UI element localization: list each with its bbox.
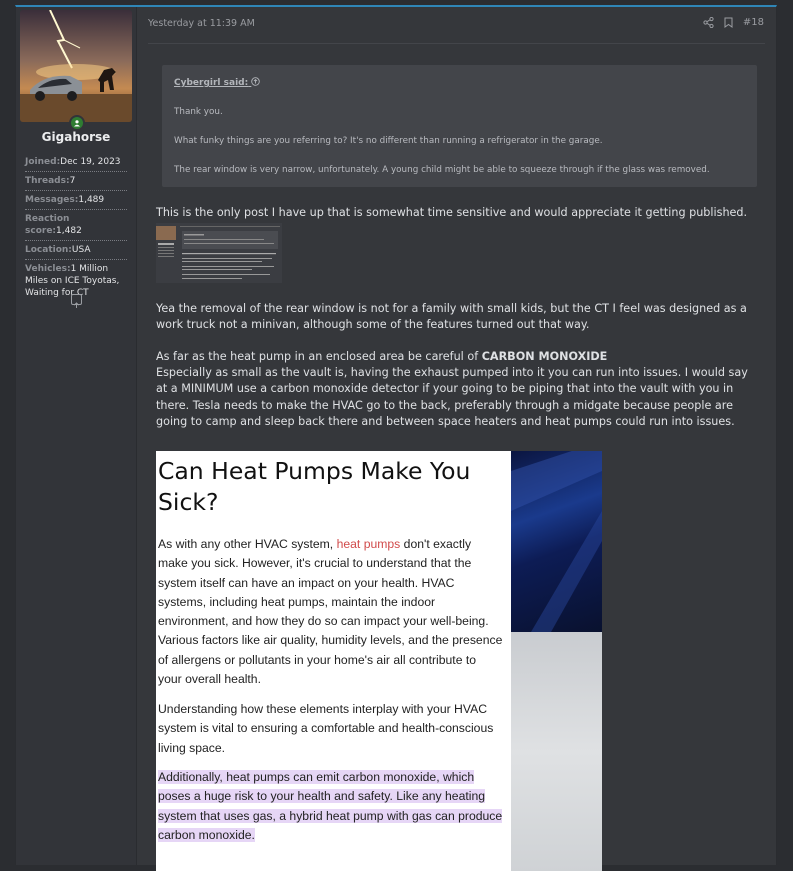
quote-line: Thank you. <box>174 107 223 117</box>
article-heading: Can Heat Pumps Make You Sick? <box>158 457 471 516</box>
stat-threads[interactable]: Threads:7 <box>25 172 127 191</box>
avatar[interactable] <box>20 10 132 122</box>
highlighted-text: Additionally, heat pumps can emit carbon… <box>158 770 503 842</box>
divider <box>148 43 765 44</box>
stat-joined: Joined:Dec 19, 2023 <box>25 153 127 172</box>
post-main: Yesterday at 11:39 AM #18 Cybergirl said… <box>137 7 776 871</box>
paragraph-text: As far as the heat pump in an enclosed a… <box>156 350 482 363</box>
embedded-article-image[interactable]: Can Heat Pumps Make You Sick? As with an… <box>156 451 602 871</box>
arrow-up-icon <box>73 302 80 308</box>
user-icon <box>74 120 80 127</box>
thumbnail-image <box>156 223 282 283</box>
stat-label: Joined: <box>25 157 61 167</box>
stat-reaction-score: Reaction score:1,482 <box>25 210 127 241</box>
post-intro: This is the only post I have up that is … <box>156 206 748 219</box>
bookmark-icon[interactable] <box>724 17 733 28</box>
stat-value: Dec 19, 2023 <box>60 157 121 167</box>
stat-value: 1,482 <box>56 226 82 236</box>
post-actions: #18 <box>703 17 764 28</box>
blue-panel-graphic <box>511 451 602 632</box>
stat-label: Location: <box>25 245 72 255</box>
attached-screenshot-thumbnail[interactable] <box>156 223 282 283</box>
expand-userinfo-button[interactable] <box>71 294 82 308</box>
avatar-image <box>20 10 132 122</box>
article-paragraph-1: As with any other HVAC system, heat pump… <box>158 535 503 689</box>
post-timestamp[interactable]: Yesterday at 11:39 AM <box>148 18 255 29</box>
quote-author-link[interactable]: Cybergirl said: <box>174 77 261 88</box>
article-paragraph-2: Understanding how these elements interpl… <box>158 702 494 755</box>
post-number-link[interactable]: #18 <box>743 17 764 28</box>
quote-line: The rear window is very narrow, unfortun… <box>174 165 710 175</box>
article-link: heat pumps <box>336 537 401 551</box>
share-icon[interactable] <box>703 17 714 28</box>
article-screenshot: Can Heat Pumps Make You Sick? As with an… <box>156 451 511 871</box>
stat-value: USA <box>71 245 91 255</box>
article-side-image-gray <box>511 632 602 871</box>
online-status-icon <box>69 115 85 131</box>
stat-value: 1,489 <box>78 195 105 205</box>
stat-label: Threads: <box>25 176 70 186</box>
quote-author: Cybergirl said: <box>174 78 249 88</box>
jump-to-quote-icon[interactable] <box>251 77 261 86</box>
article-side-image <box>511 451 602 632</box>
quote-block: Cybergirl said: Thank you. What funky th… <box>162 65 757 187</box>
username-link[interactable]: Gigahorse <box>16 130 136 144</box>
stat-value: 7 <box>69 176 76 186</box>
post-paragraph-1: Yea the removal of the rear window is no… <box>156 302 747 332</box>
stat-location[interactable]: Location:USA <box>25 241 127 260</box>
stat-label: Messages: <box>25 195 79 205</box>
article-paragraph-3: Additionally, heat pumps can emit carbon… <box>158 768 503 845</box>
article-text: As with any other HVAC system, <box>158 537 337 551</box>
stat-label: Vehicles: <box>25 264 71 274</box>
quote-line: What funky things are you referring to? … <box>174 136 603 146</box>
user-sidebar: Gigahorse Joined:Dec 19, 2023 Threads:7 … <box>16 7 137 865</box>
post-container: Gigahorse Joined:Dec 19, 2023 Threads:7 … <box>15 5 777 871</box>
paragraph-text: Especially as small as the vault is, hav… <box>156 366 748 428</box>
post-paragraph-2: As far as the heat pump in an enclosed a… <box>156 349 756 430</box>
stat-messages[interactable]: Messages:1,489 <box>25 191 127 210</box>
user-stats: Joined:Dec 19, 2023 Threads:7 Messages:1… <box>25 153 127 302</box>
article-text: don't exactly make you sick. However, it… <box>158 537 503 687</box>
emphasis-text: CARBON MONOXIDE <box>481 350 608 363</box>
